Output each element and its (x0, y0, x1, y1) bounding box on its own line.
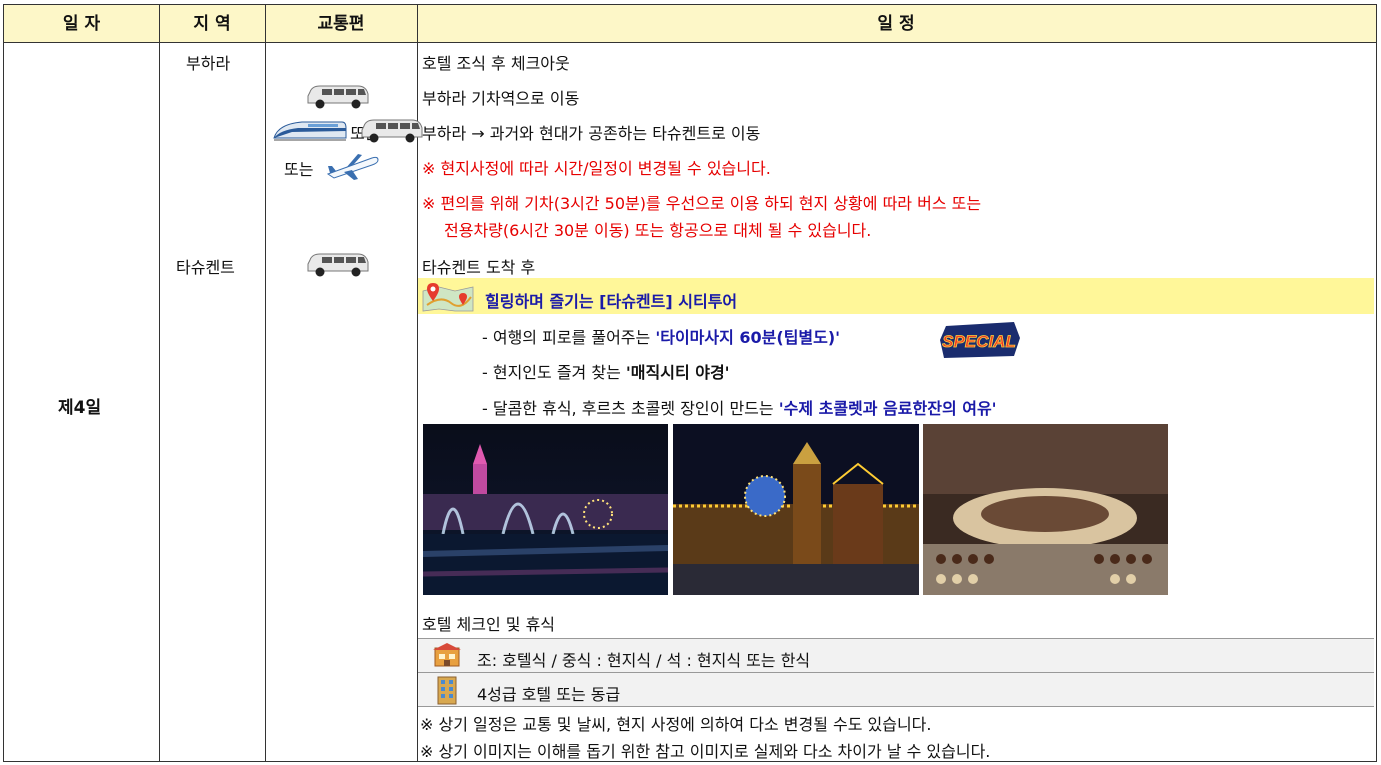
bullet-chocolate-text: - 달콤한 휴식, 후르츠 초콜렛 장인이 만드는 (482, 399, 779, 418)
van-icon (361, 119, 423, 143)
header-transport: 교통편 (317, 14, 365, 34)
bullet-magic-city-text: - 현지인도 즐겨 찾는 (482, 363, 626, 382)
bullet-massage: - 여행의 피로를 풀어주는 '타이마사지 60분(팁별도)' (482, 324, 840, 348)
airplane-icon (326, 154, 379, 180)
region-bukhara: 부하라 (186, 54, 231, 73)
hotel-building-icon (437, 676, 457, 705)
schedule-line-checkin: 호텔 체크인 및 휴식 (422, 615, 556, 634)
schedule-notice-1: ※ 현지사정에 따라 시간/일정이 변경될 수 있습니다. (422, 159, 771, 178)
svg-text:SPECIAL: SPECIAL (942, 332, 1016, 351)
header-day: 일 자 (62, 14, 101, 34)
note-image: ※ 상기 이미지는 이해를 돕기 위한 참고 이미지로 실제와 다소 차이가 날… (420, 742, 991, 761)
schedule-line-arrival: 타슈켄트 도착 후 (422, 258, 536, 277)
van-icon (307, 85, 369, 109)
meal-text: 조: 호텔식 / 중식 : 현지식 / 석 : 현지식 또는 한식 (477, 651, 811, 670)
schedule-notice-2a: ※ 편의를 위해 기차(3시간 50분)를 우선으로 이용 하되 현지 상황에 … (422, 194, 982, 213)
photo-fountain-night (423, 424, 668, 595)
notes-divider (418, 706, 1374, 707)
schedule-line-station: 부하라 기차역으로 이동 (422, 89, 580, 108)
header-region: 지 역 (193, 14, 231, 34)
highlight-title: 힐링하며 즐기는 [타슈켄트] 시티투어 (485, 292, 738, 311)
bullet-magic-city: - 현지인도 즐겨 찾는 '매직시티 야경' (482, 359, 730, 383)
note-schedule: ※ 상기 일정은 교통 및 날씨, 현지 사정에 의하여 다소 변경될 수도 있… (420, 715, 932, 734)
bullet-magic-city-em: '매직시티 야경' (625, 363, 730, 382)
train-icon (273, 121, 347, 141)
transport-or-2: 또는 (284, 160, 314, 179)
special-badge: SPECIAL (940, 322, 1020, 358)
table-header: 일 자 지 역 교통편 일 정 (4, 5, 1376, 43)
van-icon (307, 253, 369, 277)
header-schedule: 일 정 (877, 14, 915, 34)
schedule-notice-2b: 전용차량(6시간 30분 이동) 또는 항공으로 대체 될 수 있습니다. (444, 221, 872, 240)
bullet-massage-text: - 여행의 피로를 풀어주는 (482, 328, 656, 347)
photo-chocolate (923, 424, 1168, 595)
schedule-line-checkout: 호텔 조식 후 체크아웃 (422, 54, 570, 73)
region-tashkent: 타슈켄트 (176, 258, 235, 277)
hotel-text: 4성급 호텔 또는 동급 (477, 685, 621, 704)
schedule-line-move: 부하라 → 과거와 현대가 공존하는 타슈켄트로 이동 (422, 124, 761, 143)
bullet-chocolate-em: '수제 초콜렛과 음료한잔의 여유' (778, 399, 997, 418)
restaurant-icon (433, 643, 461, 667)
photo-magic-city (673, 424, 919, 595)
day-label: 제4일 (58, 398, 102, 418)
bullet-massage-em: '타이마사지 60분(팁별도)' (655, 328, 841, 347)
map-pin-icon (422, 283, 474, 312)
bullet-chocolate: - 달콤한 휴식, 후르츠 초콜렛 장인이 만드는 '수제 초콜렛과 음료한잔의… (482, 395, 997, 419)
